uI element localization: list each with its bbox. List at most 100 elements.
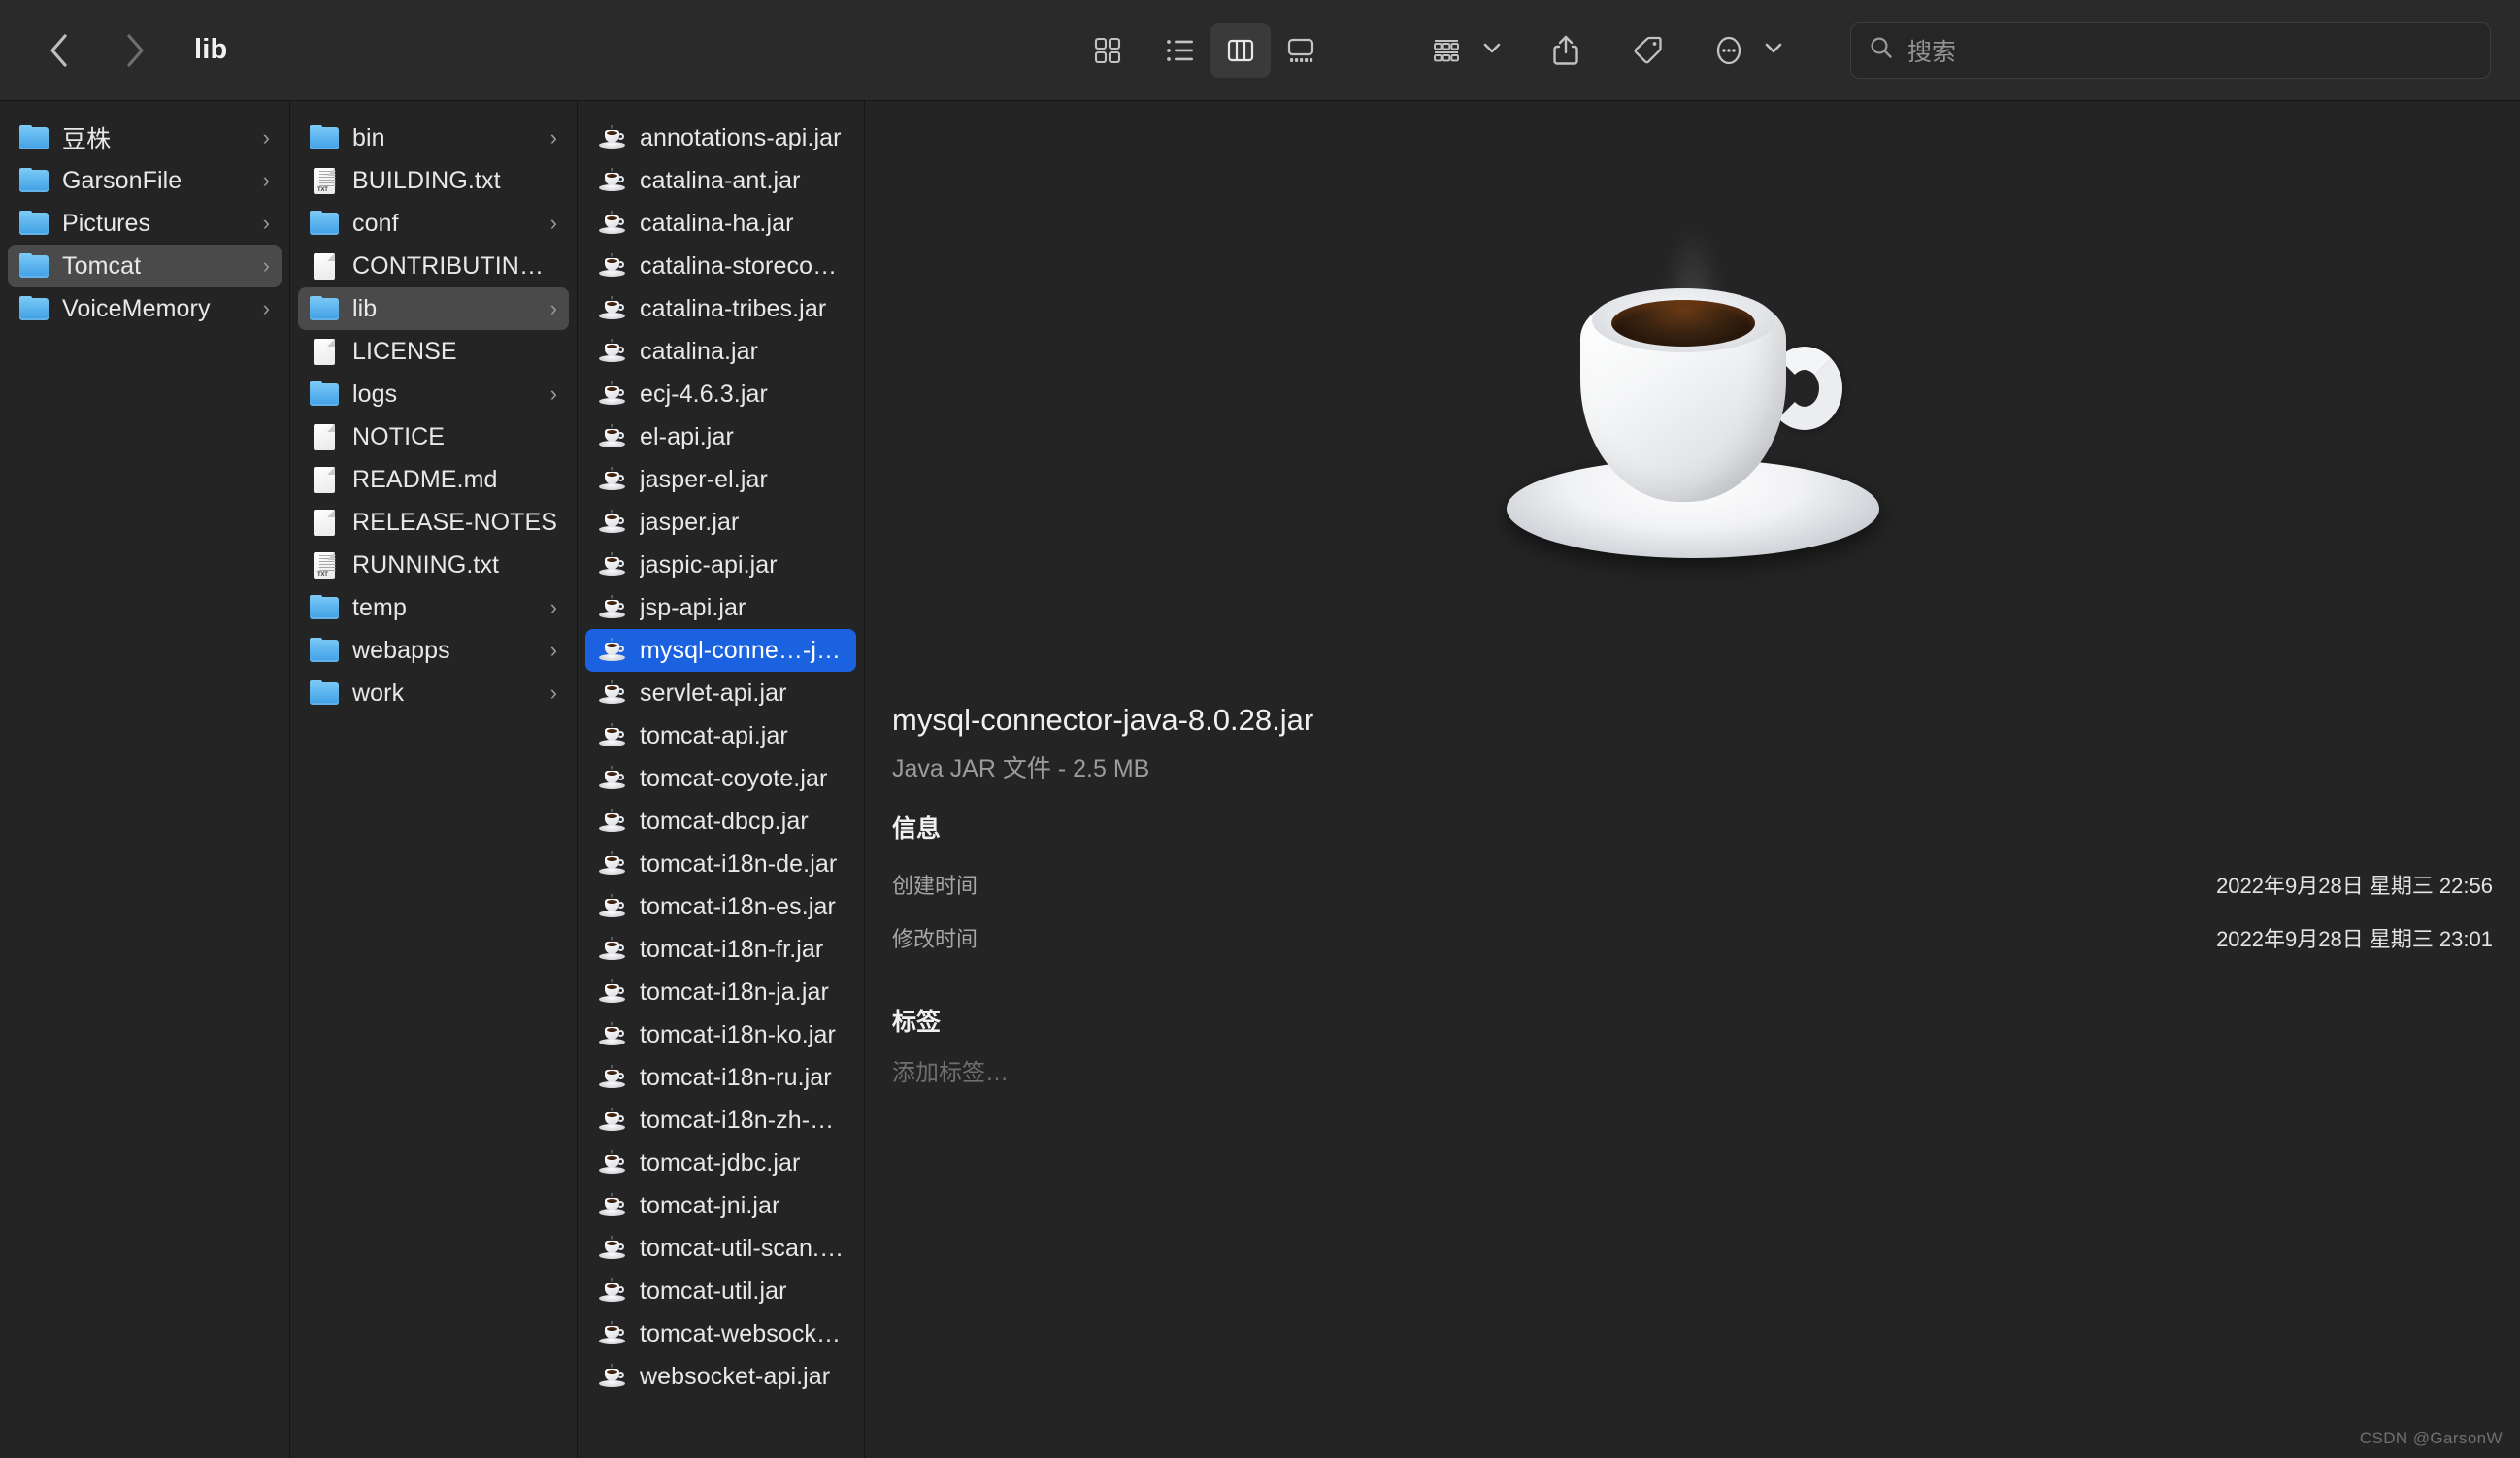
file-row[interactable]: tomcat-jni.jar — [585, 1184, 856, 1227]
chevron-right-icon: › — [549, 680, 557, 705]
file-row[interactable]: logs › — [298, 373, 569, 415]
tag-button[interactable] — [1617, 23, 1677, 78]
icon-view-button[interactable] — [1078, 23, 1138, 78]
file-row[interactable]: TXT BUILDING.txt — [298, 159, 569, 202]
file-row-label: tomcat-i18n-de.jar — [640, 849, 838, 878]
folder-icon — [310, 595, 339, 620]
finder-column-1[interactable]: 豆株 › GarsonFile › Pictures › Tomcat › VoiceMemor… — [0, 101, 290, 1458]
file-row-label: mysql-conne…-java-8.0.28.jar — [640, 636, 846, 664]
file-row[interactable]: tomcat-i18n-fr.jar — [585, 928, 856, 971]
file-row[interactable]: tomcat-i18n-ru.jar — [585, 1056, 856, 1099]
file-row[interactable]: tomcat-i18n-es.jar — [585, 885, 856, 928]
file-row[interactable]: catalina-ha.jar — [585, 202, 856, 245]
file-row[interactable]: catalina-ant.jar — [585, 159, 856, 202]
group-chevron-down-icon[interactable] — [1479, 35, 1505, 65]
file-row[interactable]: tomcat-api.jar — [585, 714, 856, 757]
finder-column-3[interactable]: annotations-api.jar catalina-ant.jar catal… — [578, 101, 865, 1458]
file-row[interactable]: tomcat-i18n-de.jar — [585, 843, 856, 885]
file-row[interactable]: tomcat-i18n-zh-CN.jar — [585, 1099, 856, 1142]
file-row[interactable]: catalina-tribes.jar — [585, 287, 856, 330]
file-row[interactable]: LICENSE — [298, 330, 569, 373]
jar-file-icon — [597, 296, 626, 321]
tags-section: 标签 添加标签… — [865, 964, 2520, 1087]
file-row-label: tomcat-util.jar — [640, 1276, 787, 1305]
list-view-button[interactable] — [1150, 23, 1210, 78]
file-row-label: jsp-api.jar — [640, 593, 746, 621]
back-button[interactable] — [33, 24, 85, 77]
file-row[interactable]: annotations-api.jar — [585, 116, 856, 159]
file-row[interactable]: NOTICE — [298, 415, 569, 458]
file-row[interactable]: VoiceMemory › — [8, 287, 282, 330]
jar-file-icon — [597, 766, 626, 791]
file-row[interactable]: catalina-storeconfig.jar — [585, 245, 856, 287]
file-row[interactable]: jasper-el.jar — [585, 458, 856, 501]
file-row-label: work — [352, 679, 405, 707]
file-row[interactable]: tomcat-dbcp.jar — [585, 800, 856, 843]
file-row[interactable]: tomcat-i18n-ko.jar — [585, 1013, 856, 1056]
gallery-view-button[interactable] — [1271, 23, 1331, 78]
file-row[interactable]: temp › — [298, 586, 569, 629]
jar-file-icon — [597, 125, 626, 150]
chevron-right-icon: › — [262, 296, 270, 320]
search-placeholder: 搜索 — [1907, 38, 1957, 66]
more-actions-button[interactable] — [1699, 23, 1759, 78]
file-row[interactable]: Pictures › — [8, 202, 282, 245]
file-row[interactable]: CONTRIBUTING.md — [298, 245, 569, 287]
file-row[interactable]: tomcat-i18n-ja.jar — [585, 971, 856, 1013]
toolbar: lib 搜索 — [0, 0, 2520, 101]
file-row[interactable]: tomcat-util-scan.jar — [585, 1227, 856, 1270]
file-row[interactable]: README.md — [298, 458, 569, 501]
file-row[interactable]: lib › — [298, 287, 569, 330]
file-row[interactable]: ecj-4.6.3.jar — [585, 373, 856, 415]
finder-column-2[interactable]: bin › TXT BUILDING.txt conf › CONTRIBUTING.md l… — [290, 101, 578, 1458]
chevron-right-icon: › — [549, 638, 557, 662]
file-row-label: LICENSE — [352, 337, 457, 365]
file-row[interactable]: tomcat-jdbc.jar — [585, 1142, 856, 1184]
file-row[interactable]: 豆株 › — [8, 116, 282, 159]
group-items-button[interactable] — [1417, 23, 1477, 78]
file-row[interactable]: el-api.jar — [585, 415, 856, 458]
file-row[interactable]: jaspic-api.jar — [585, 544, 856, 586]
file-row[interactable]: tomcat-util.jar — [585, 1270, 856, 1312]
file-row[interactable]: websocket-api.jar — [585, 1355, 856, 1398]
chevron-right-icon: › — [262, 125, 270, 149]
jar-file-icon — [597, 979, 626, 1005]
file-row-label: tomcat-i18n-ru.jar — [640, 1063, 832, 1091]
file-row-label: RUNNING.txt — [352, 550, 500, 579]
file-row-label: tomcat-websocket.jar — [640, 1319, 846, 1347]
jar-file-icon — [597, 1193, 626, 1218]
file-row[interactable]: jasper.jar — [585, 501, 856, 544]
file-row[interactable]: servlet-api.jar — [585, 672, 856, 714]
column-view-button[interactable] — [1210, 22, 1271, 78]
file-row[interactable]: tomcat-coyote.jar — [585, 757, 856, 800]
jar-file-icon — [597, 381, 626, 407]
file-row[interactable]: Tomcat › — [8, 245, 282, 287]
file-row[interactable]: conf › — [298, 202, 569, 245]
file-row[interactable]: webapps › — [298, 629, 569, 672]
file-row-label: BUILDING.txt — [352, 166, 501, 194]
jar-file-icon — [597, 680, 626, 706]
file-row[interactable]: TXT RUNNING.txt — [298, 544, 569, 586]
document-icon — [310, 467, 339, 493]
preview-image-container — [865, 101, 2520, 703]
file-row-label: GarsonFile — [62, 166, 182, 194]
more-chevron-down-icon[interactable] — [1761, 35, 1786, 65]
watermark: CSDN @GarsonW — [2359, 1429, 2503, 1447]
preview-pane: mysql-connector-java-8.0.28.jar Java JAR… — [865, 101, 2520, 1458]
file-row[interactable]: catalina.jar — [585, 330, 856, 373]
forward-button[interactable] — [109, 24, 161, 77]
add-tags-input[interactable]: 添加标签… — [892, 1053, 2493, 1087]
file-row[interactable]: mysql-conne…-java-8.0.28.jar — [585, 629, 856, 672]
file-row[interactable]: GarsonFile › — [8, 159, 282, 202]
file-row[interactable]: tomcat-websocket.jar — [585, 1312, 856, 1355]
java-jar-coffee-cup-icon — [1499, 222, 1887, 562]
share-button[interactable] — [1536, 23, 1596, 78]
file-row-label: catalina-ha.jar — [640, 209, 794, 237]
search-field[interactable]: 搜索 — [1850, 21, 2491, 79]
file-row[interactable]: RELEASE-NOTES — [298, 501, 569, 544]
file-row[interactable]: jsp-api.jar — [585, 586, 856, 629]
file-row[interactable]: bin › — [298, 116, 569, 159]
file-row[interactable]: work › — [298, 672, 569, 714]
jar-file-icon — [597, 424, 626, 449]
jar-file-icon — [597, 595, 626, 620]
